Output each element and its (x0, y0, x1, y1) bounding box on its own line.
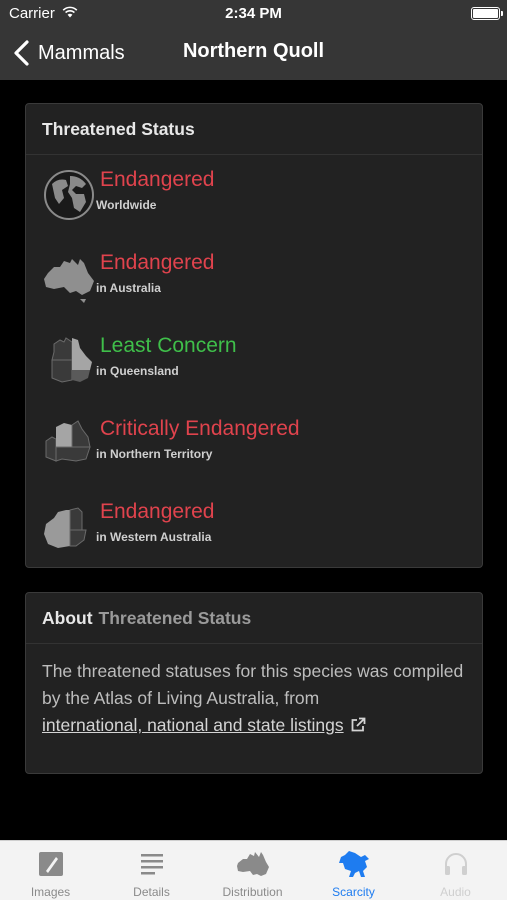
audio-icon (444, 853, 467, 875)
status-row-queensland: Least Concern in Queensland (42, 334, 472, 394)
status-scope: in Western Australia (96, 530, 212, 544)
tab-distribution[interactable]: Distribution (202, 841, 303, 900)
status-row-western-australia: Endangered in Western Australia (42, 500, 472, 560)
tab-bar: Images Details Distribution Scarcity Aud… (0, 840, 507, 900)
navigation-bar: Mammals Northern Quoll (0, 28, 507, 80)
status-time: 2:34 PM (225, 5, 282, 22)
threatened-status-card: Threatened Status Endangered Worldwide E… (25, 103, 483, 568)
australia-map-icon (44, 259, 94, 303)
tab-scarcity[interactable]: Scarcity (303, 841, 404, 900)
status-row-australia: Endangered in Australia (42, 251, 472, 311)
tab-details[interactable]: Details (101, 841, 202, 900)
about-text: The threatened statuses for this species… (26, 644, 482, 739)
status-value: Endangered (100, 251, 215, 274)
images-icon (38, 852, 63, 876)
about-paragraph: The threatened statuses for this species… (42, 661, 464, 708)
status-value: Least Concern (100, 334, 237, 357)
about-card: About Threatened Status The threatened st… (25, 592, 483, 774)
tab-label: Images (30, 885, 71, 899)
battery-icon (471, 7, 503, 20)
status-value: Endangered (100, 168, 215, 191)
threatened-status-header: Threatened Status (26, 104, 482, 155)
listings-link[interactable]: international, national and state listin… (42, 715, 344, 735)
globe-icon (44, 170, 94, 220)
western-australia-map-icon (44, 507, 87, 548)
status-scope: in Northern Territory (96, 447, 213, 461)
about-header: About Threatened Status (26, 593, 482, 644)
status-row-northern-territory: Critically Endangered in Northern Territ… (42, 417, 472, 477)
about-header-subtitle: Threatened Status (98, 608, 252, 628)
status-scope: in Australia (96, 281, 161, 295)
tab-images[interactable]: Images (0, 841, 101, 900)
details-icon (140, 854, 163, 875)
status-bar: Carrier 2:34 PM (0, 0, 507, 28)
status-value: Critically Endangered (100, 417, 300, 440)
top-bar: Carrier 2:34 PM Mammals Northern Quoll (0, 0, 507, 80)
tab-audio[interactable]: Audio (404, 841, 507, 900)
scarcity-icon (338, 851, 369, 877)
page-title: Northern Quoll (182, 40, 325, 62)
tab-label: Audio (440, 885, 471, 899)
distribution-icon (236, 852, 269, 876)
tab-label: Scarcity (332, 885, 375, 899)
status-row-worldwide: Endangered Worldwide (42, 168, 472, 228)
status-scope: in Queensland (96, 364, 179, 378)
northern-territory-map-icon (45, 420, 91, 462)
tab-label: Details (133, 885, 170, 899)
status-scope: Worldwide (96, 198, 157, 212)
tab-label: Distribution (222, 885, 283, 899)
about-header-title: About (42, 608, 93, 628)
external-link-icon[interactable] (350, 717, 366, 733)
status-value: Endangered (100, 500, 215, 523)
queensland-map-icon (51, 337, 92, 383)
